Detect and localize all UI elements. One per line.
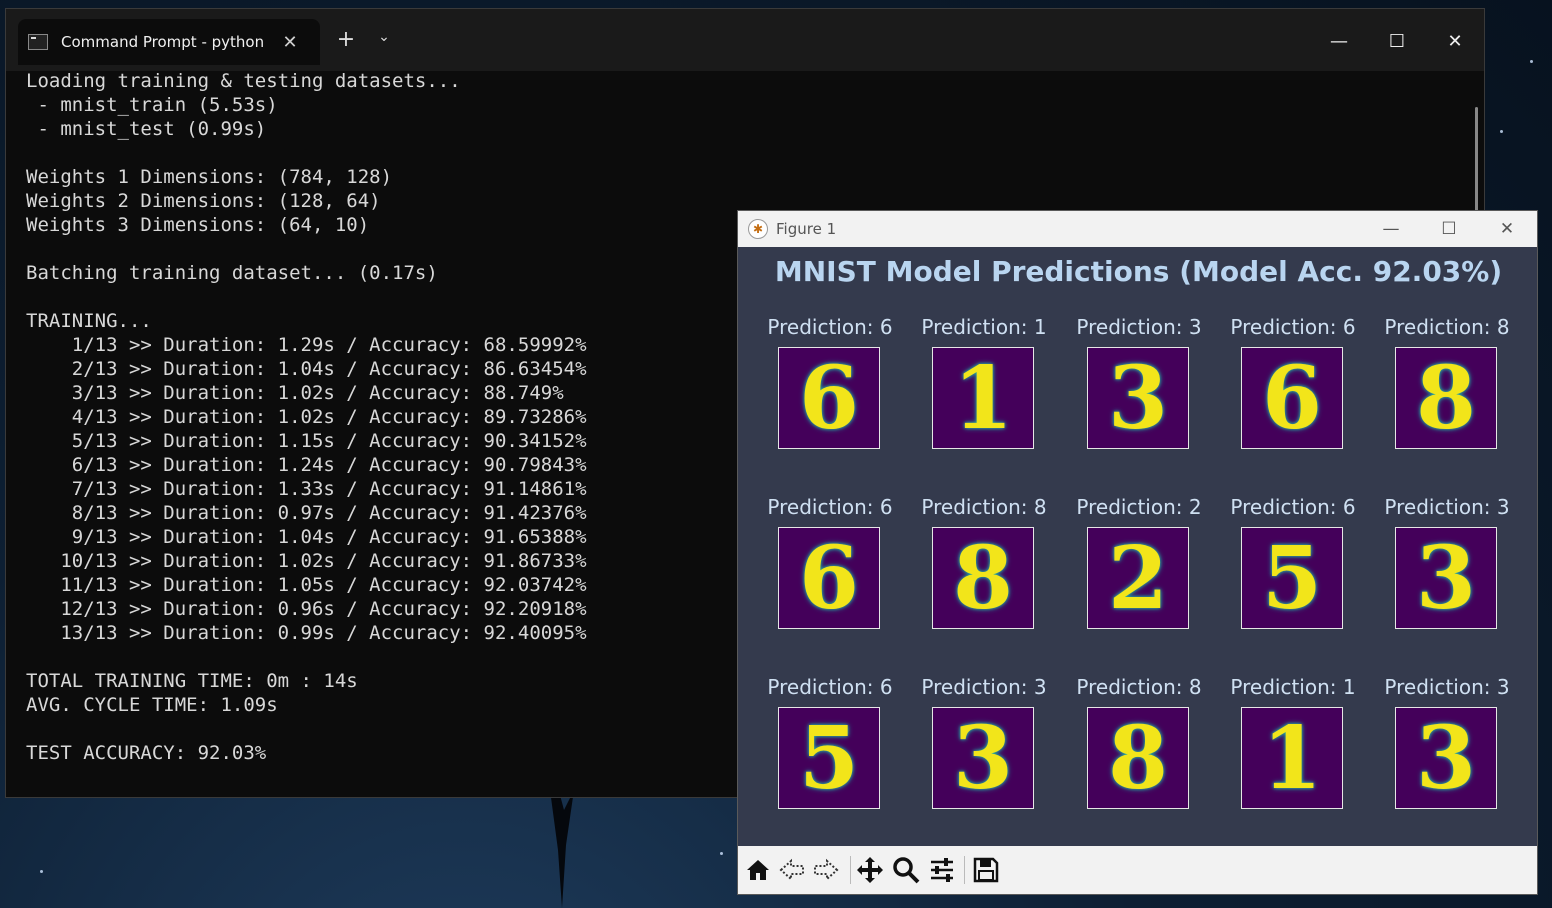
digit-image: 3 — [1087, 347, 1189, 449]
figure-window: ✱ Figure 1 — ☐ ✕ MNIST Model Predictions… — [737, 210, 1538, 895]
desktop-wallpaper-spire — [550, 790, 574, 908]
zoom-icon[interactable] — [888, 852, 924, 888]
figure-close-button[interactable]: ✕ — [1478, 211, 1536, 247]
desktop-star — [1530, 60, 1533, 63]
digit-image: 1 — [932, 347, 1034, 449]
terminal-line: - mnist_train (5.53s) — [26, 94, 278, 116]
prediction-label: Prediction: 6 — [1230, 495, 1356, 519]
back-arrow-icon[interactable] — [774, 852, 810, 888]
minimize-button[interactable]: — — [1316, 21, 1362, 61]
digit-image: 8 — [1087, 707, 1189, 809]
digit-image: 3 — [932, 707, 1034, 809]
pan-icon[interactable] — [852, 852, 888, 888]
digit-image: 3 — [1395, 527, 1497, 629]
prediction-label: Prediction: 2 — [1076, 495, 1202, 519]
forward-arrow-icon[interactable] — [808, 852, 844, 888]
digit-image: 6 — [778, 347, 880, 449]
terminal-line: Weights 1 Dimensions: (784, 128) — [26, 166, 393, 188]
desktop-star — [1500, 130, 1503, 133]
digit-image: 5 — [1241, 527, 1343, 629]
digit-image: 8 — [1395, 347, 1497, 449]
prediction-label: Prediction: 3 — [1076, 315, 1202, 339]
terminal-titlebar: Command Prompt - python s ✕ + ⌄ — ☐ ✕ — [6, 9, 1484, 71]
desktop-star — [40, 870, 43, 873]
figure-titlebar: ✱ Figure 1 — ☐ ✕ — [738, 211, 1537, 247]
figure-window-title: Figure 1 — [776, 220, 837, 238]
prediction-label: Prediction: 6 — [767, 675, 893, 699]
terminal-scrollbar[interactable] — [1475, 107, 1478, 217]
prediction-label: Prediction: 3 — [921, 675, 1047, 699]
prediction-label: Prediction: 8 — [1384, 315, 1510, 339]
tab-dropdown-icon[interactable]: ⌄ — [372, 29, 396, 45]
maximize-button[interactable]: ☐ — [1374, 21, 1420, 61]
prediction-label: Prediction: 1 — [921, 315, 1047, 339]
prediction-label: Prediction: 3 — [1384, 495, 1510, 519]
prediction-label: Prediction: 1 — [1230, 675, 1356, 699]
prediction-label: Prediction: 6 — [1230, 315, 1356, 339]
desktop-star — [720, 852, 723, 855]
digit-image: 1 — [1241, 707, 1343, 809]
prediction-label: Prediction: 8 — [1076, 675, 1202, 699]
prediction-label: Prediction: 6 — [767, 495, 893, 519]
new-tab-button[interactable]: + — [334, 27, 358, 52]
digit-image: 6 — [778, 527, 880, 629]
terminal-line: - mnist_test (0.99s) — [26, 118, 267, 140]
save-icon[interactable] — [968, 852, 1004, 888]
toolbar-separator — [964, 856, 965, 884]
configure-subplots-icon[interactable] — [924, 852, 960, 888]
digit-image: 3 — [1395, 707, 1497, 809]
figure-toolbar — [738, 846, 1537, 894]
prediction-label: Prediction: 6 — [767, 315, 893, 339]
home-icon[interactable] — [740, 852, 776, 888]
terminal-tab[interactable]: Command Prompt - python s ✕ — [18, 19, 320, 65]
figure-maximize-button[interactable]: ☐ — [1420, 211, 1478, 247]
prediction-label: Prediction: 3 — [1384, 675, 1510, 699]
prediction-label: Prediction: 8 — [921, 495, 1047, 519]
close-button[interactable]: ✕ — [1432, 21, 1478, 61]
tab-title: Command Prompt - python s — [61, 33, 267, 51]
matplotlib-icon: ✱ — [748, 219, 768, 239]
figure-minimize-button[interactable]: — — [1362, 211, 1420, 247]
digit-image: 5 — [778, 707, 880, 809]
figure-suptitle: MNIST Model Predictions (Model Acc. 92.0… — [774, 255, 1503, 288]
digit-image: 2 — [1087, 527, 1189, 629]
toolbar-separator — [850, 856, 851, 884]
command-prompt-icon — [28, 34, 48, 50]
digit-image: 6 — [1241, 347, 1343, 449]
digit-image: 8 — [932, 527, 1034, 629]
tab-close-icon[interactable]: ✕ — [279, 32, 301, 53]
terminal-line: Loading training & testing datasets... — [26, 70, 461, 92]
